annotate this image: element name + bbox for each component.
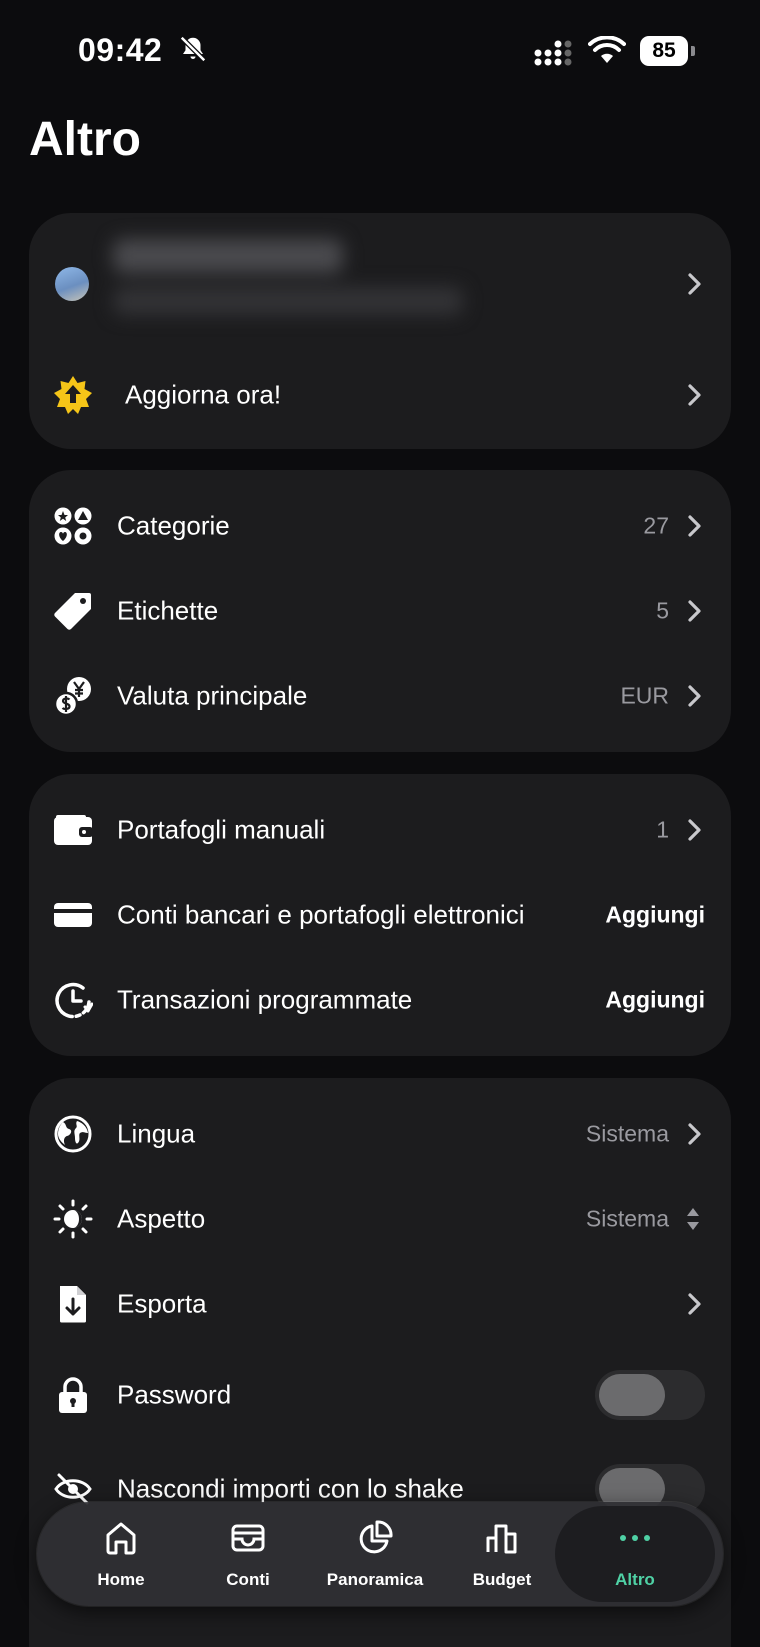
currency-label: Valuta principale [117, 680, 308, 711]
add-scheduled-transaction-button[interactable]: Aggiungi [605, 987, 705, 1014]
chevron-right-icon [688, 273, 701, 295]
currency-row[interactable]: Valuta principale EUR [29, 656, 731, 736]
manual-wallets-count: 1 [656, 816, 669, 843]
manual-wallets-row[interactable]: Portafogli manuali 1 [29, 790, 731, 870]
scheduled-transactions-label: Transazioni programmate [117, 984, 413, 1015]
chevron-right-icon [688, 515, 701, 537]
battery-level: 85 [640, 36, 688, 66]
wallets-card: Portafogli manuali 1 Conti bancari e por… [29, 774, 731, 1056]
tag-icon [53, 591, 93, 631]
status-bar: 09:42 85 [0, 0, 760, 100]
export-row[interactable]: Esporta [29, 1264, 731, 1344]
language-row[interactable]: Lingua Sistema [29, 1094, 731, 1174]
categories-row[interactable]: Categorie 27 [29, 486, 731, 566]
categories-label: Categorie [117, 510, 230, 541]
avatar [55, 267, 89, 301]
tab-more-label: Altro [615, 1570, 655, 1589]
status-time: 09:42 [78, 32, 163, 68]
lock-icon [53, 1375, 93, 1415]
pie-chart-icon [359, 1520, 393, 1554]
tab-budget[interactable]: Budget [438, 1502, 566, 1606]
chevron-right-icon [688, 1123, 701, 1145]
language-value: Sistema [585, 1120, 669, 1147]
bell-slash-icon [179, 35, 207, 63]
categories-icon [53, 506, 93, 546]
chevron-right-icon [688, 600, 701, 622]
upgrade-badge-icon [53, 375, 93, 415]
sun-moon-icon [53, 1199, 93, 1239]
account-card: Aggiorna ora! [29, 213, 731, 449]
profile-row[interactable] [29, 213, 731, 355]
add-bank-account-button[interactable]: Aggiungi [605, 902, 705, 929]
currency-value: EUR [620, 682, 669, 709]
wallet-icon [53, 810, 93, 850]
tab-overview[interactable]: Panoramica [311, 1502, 439, 1606]
password-toggle[interactable] [595, 1370, 705, 1420]
export-label: Esporta [117, 1288, 207, 1319]
globe-icon [53, 1114, 93, 1154]
tab-accounts-label: Conti [226, 1570, 270, 1589]
appearance-value: Sistema [585, 1205, 669, 1232]
catalog-settings-card: Categorie 27 Etichette 5 Valuta principa… [29, 470, 731, 752]
upgrade-label: Aggiorna ora! [125, 379, 282, 410]
tab-accounts[interactable]: Conti [184, 1502, 312, 1606]
tab-budget-label: Budget [472, 1570, 532, 1589]
manual-wallets-label: Portafogli manuali [117, 814, 326, 845]
tab-home-label: Home [97, 1570, 145, 1589]
chevron-right-icon [688, 1293, 701, 1315]
password-row: Password [29, 1350, 731, 1440]
language-label: Lingua [117, 1118, 196, 1149]
wallet-outline-icon [231, 1524, 265, 1552]
bank-accounts-row: Conti bancari e portafogli elettronici A… [29, 875, 731, 955]
battery-icon: 85 [640, 36, 696, 66]
scheduled-transactions-row: Transazioni programmate Aggiungi [29, 960, 731, 1040]
page-title: Altro [29, 113, 141, 166]
upgrade-row[interactable]: Aggiorna ora! [29, 355, 731, 435]
currency-exchange-icon [53, 676, 93, 716]
export-file-icon [53, 1284, 93, 1324]
appearance-label: Aspetto [117, 1203, 206, 1234]
categories-count: 27 [643, 512, 669, 539]
password-label: Password [117, 1379, 232, 1410]
redacted-profile-name [113, 239, 473, 329]
wifi-icon [588, 36, 626, 63]
tab-home[interactable]: Home [57, 1502, 185, 1606]
chevron-right-icon [688, 384, 701, 406]
chevron-up-down-icon [687, 1208, 699, 1230]
tags-label: Etichette [117, 595, 219, 626]
bottom-tab-bar: Home Conti Panoramica Budget Altro [37, 1502, 723, 1606]
more-dots-icon [620, 1535, 650, 1541]
appearance-row[interactable]: Aspetto Sistema [29, 1179, 731, 1259]
cellular-signal-icon [534, 40, 572, 66]
chevron-right-icon [688, 819, 701, 841]
bar-chart-icon [486, 1524, 517, 1554]
bank-accounts-label: Conti bancari e portafogli elettronici [117, 899, 525, 930]
tab-overview-label: Panoramica [326, 1570, 424, 1589]
tags-count: 5 [656, 597, 669, 624]
chevron-right-icon [688, 685, 701, 707]
hide-amounts-label: Nascondi importi con lo shake [117, 1473, 464, 1504]
clock-scheduled-icon [53, 980, 93, 1020]
home-icon [106, 1522, 136, 1555]
credit-card-icon [53, 895, 93, 935]
tab-more[interactable]: Altro [555, 1506, 715, 1602]
tags-row[interactable]: Etichette 5 [29, 571, 731, 651]
